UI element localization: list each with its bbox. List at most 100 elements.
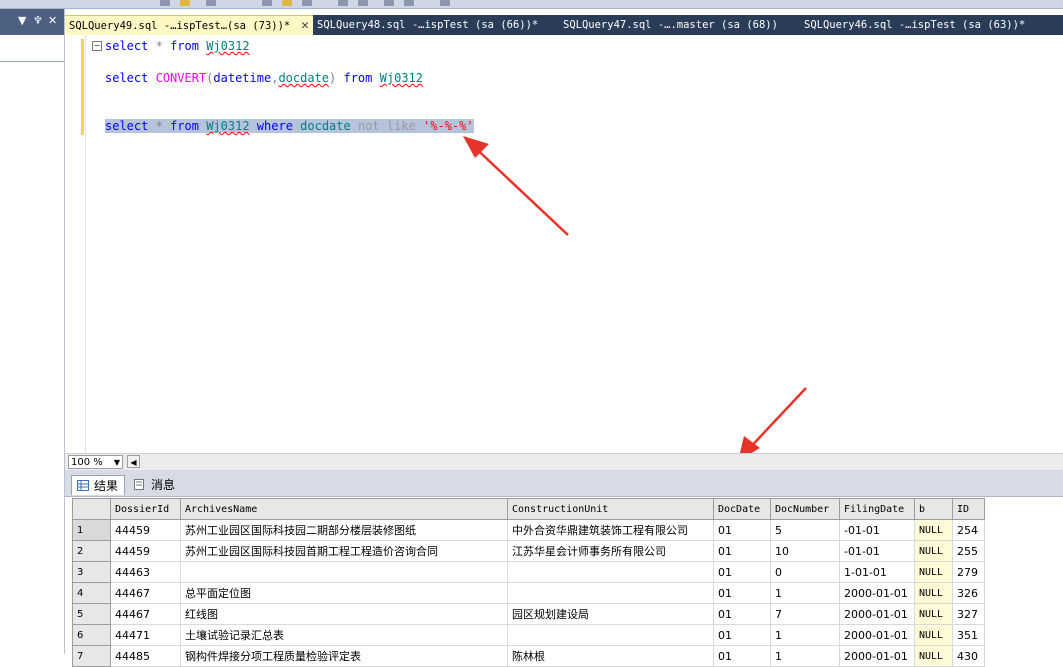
grid-cell[interactable]: 430 — [952, 645, 985, 667]
grid-cell[interactable]: 44467 — [110, 603, 181, 625]
grid-cell[interactable]: NULL — [914, 603, 953, 625]
tab-messages[interactable]: 消息 — [129, 475, 181, 495]
tab-sqlquery48[interactable]: SQLQuery48.sql -…ispTest (sa (66))* — [313, 15, 553, 35]
grid-cell[interactable]: 327 — [952, 603, 985, 625]
grid-cell[interactable]: NULL — [914, 582, 953, 604]
table-row[interactable]: 3 44463 01 0 1-01-01 NULL 279 — [72, 561, 985, 583]
tab-sqlquery46[interactable]: SQLQuery46.sql -…ispTest (sa (63))* — [800, 15, 1044, 35]
grid-cell[interactable]: 苏州工业园区国际科技园首期工程工程造价咨询合同 — [180, 540, 508, 562]
scroll-left-icon[interactable]: ◀ — [127, 455, 140, 468]
dropdown-arrow-icon[interactable]: ▼ — [18, 14, 26, 27]
row-number[interactable]: 2 — [72, 540, 111, 562]
grid-cell[interactable]: 中外合资华鼎建筑装饰工程有限公司 — [507, 519, 714, 541]
row-number[interactable]: 7 — [72, 645, 111, 667]
tab-results[interactable]: 结果 — [71, 475, 126, 495]
grid-cell[interactable]: 44471 — [110, 624, 181, 646]
grid-cell[interactable]: 44485 — [110, 645, 181, 667]
column-header[interactable]: b — [914, 498, 953, 520]
grid-cell[interactable]: 2000-01-01 — [839, 624, 915, 646]
column-header[interactable]: ID — [952, 498, 985, 520]
grid-cell[interactable]: 01 — [713, 624, 771, 646]
zoom-select[interactable]: 100 % ▼ — [68, 455, 123, 469]
grid-cell[interactable]: 陈林根 — [507, 645, 714, 667]
close-icon[interactable]: ✕ — [48, 14, 57, 27]
grid-cell[interactable] — [180, 561, 508, 583]
table-row[interactable]: 5 44467 红线图 园区规划建设局 01 7 2000-01-01 NULL 327 — [72, 603, 985, 625]
table-row[interactable]: 2 44459 苏州工业园区国际科技园首期工程工程造价咨询合同 江苏华星会计师事务所有… — [72, 540, 985, 562]
toolbar-button-icon[interactable] — [440, 0, 450, 6]
code-line-2[interactable]: select CONVERT(datetime,docdate) from Wj… — [105, 71, 423, 85]
toolbar-button-icon[interactable] — [262, 0, 272, 6]
grid-cell[interactable]: -01-01 — [839, 540, 915, 562]
toolbar-button-icon[interactable] — [338, 0, 348, 6]
row-number[interactable]: 1 — [72, 519, 111, 541]
grid-cell[interactable]: 279 — [952, 561, 985, 583]
close-icon[interactable]: ✕ — [301, 16, 309, 36]
column-header[interactable]: DossierId — [110, 498, 181, 520]
grid-cell[interactable]: 江苏华星会计师事务所有限公司 — [507, 540, 714, 562]
grid-cell[interactable]: 2000-01-01 — [839, 603, 915, 625]
tab-sqlquery47[interactable]: SQLQuery47.sql -….master (sa (68)) — [559, 15, 793, 35]
column-header[interactable]: DocDate — [713, 498, 771, 520]
grid-cell[interactable]: 01 — [713, 561, 771, 583]
row-number[interactable]: 3 — [72, 561, 111, 583]
grid-cell[interactable]: NULL — [914, 624, 953, 646]
row-number[interactable]: 4 — [72, 582, 111, 604]
grid-cell[interactable]: 2000-01-01 — [839, 645, 915, 667]
grid-cell[interactable]: 钢构件焊接分项工程质量检验评定表 — [180, 645, 508, 667]
grid-cell[interactable]: 44459 — [110, 540, 181, 562]
table-row[interactable]: 4 44467 总平面定位图 01 1 2000-01-01 NULL 326 — [72, 582, 985, 604]
toolbar-button-icon[interactable] — [404, 0, 414, 6]
grid-cell[interactable]: 01 — [713, 603, 771, 625]
toolbar-button-icon[interactable] — [180, 0, 190, 6]
tab-sqlquery49[interactable]: SQLQuery49.sql -…ispTest…(sa (73))* ✕ — [65, 15, 313, 36]
grid-cell[interactable]: 2000-01-01 — [839, 582, 915, 604]
grid-cell[interactable]: 10 — [770, 540, 840, 562]
grid-cell[interactable]: 326 — [952, 582, 985, 604]
toolbar-button-icon[interactable] — [206, 0, 216, 6]
code-line-1[interactable]: select * from Wj0312 — [105, 39, 250, 53]
grid-cell[interactable]: 红线图 — [180, 603, 508, 625]
grid-cell[interactable]: 01 — [713, 645, 771, 667]
grid-cell[interactable]: NULL — [914, 645, 953, 667]
grid-cell[interactable]: 1 — [770, 624, 840, 646]
grid-cell[interactable]: NULL — [914, 561, 953, 583]
table-row[interactable]: 6 44471 土壤试验记录汇总表 01 1 2000-01-01 NULL 351 — [72, 624, 985, 646]
grid-cell[interactable] — [507, 561, 714, 583]
grid-cell[interactable]: 1 — [770, 582, 840, 604]
toolbar-button-icon[interactable] — [282, 0, 292, 6]
collapse-icon[interactable]: − — [92, 41, 102, 51]
grid-cell[interactable]: 254 — [952, 519, 985, 541]
toolbar-button-icon[interactable] — [384, 0, 394, 6]
grid-cell[interactable]: -01-01 — [839, 519, 915, 541]
grid-cell[interactable]: 5 — [770, 519, 840, 541]
pin-icon[interactable]: ♆ — [33, 14, 43, 27]
grid-cell[interactable]: 7 — [770, 603, 840, 625]
grid-cell[interactable]: 01 — [713, 540, 771, 562]
code-line-3-selected[interactable]: select * from Wj0312 where docdate not l… — [105, 119, 474, 133]
grid-corner[interactable] — [72, 498, 111, 520]
grid-cell[interactable]: 苏州工业园区国际科技园二期部分楼层装修图纸 — [180, 519, 508, 541]
grid-cell[interactable]: NULL — [914, 540, 953, 562]
toolbar-button-icon[interactable] — [160, 0, 170, 6]
grid-cell[interactable]: 44459 — [110, 519, 181, 541]
grid-cell[interactable]: 01 — [713, 582, 771, 604]
dropdown-arrow-icon[interactable]: ▼ — [114, 456, 120, 470]
grid-cell[interactable]: 0 — [770, 561, 840, 583]
grid-cell[interactable]: 351 — [952, 624, 985, 646]
grid-cell[interactable] — [507, 582, 714, 604]
grid-cell[interactable] — [507, 624, 714, 646]
grid-cell[interactable]: 44467 — [110, 582, 181, 604]
table-row[interactable]: 7 44485 钢构件焊接分项工程质量检验评定表 陈林根 01 1 2000-01-01 NU… — [72, 645, 985, 667]
column-header[interactable]: ArchivesName — [180, 498, 508, 520]
table-row[interactable]: 1 44459 苏州工业园区国际科技园二期部分楼层装修图纸 中外合资华鼎建筑装饰工程有… — [72, 519, 985, 541]
grid-cell[interactable]: 44463 — [110, 561, 181, 583]
toolbar-button-icon[interactable] — [302, 0, 312, 6]
query-editor[interactable]: − select * from Wj0312 select CONVERT(da… — [65, 35, 1063, 453]
column-header[interactable]: ConstructionUnit — [507, 498, 714, 520]
grid-cell[interactable]: NULL — [914, 519, 953, 541]
grid-cell[interactable]: 总平面定位图 — [180, 582, 508, 604]
grid-cell[interactable]: 1 — [770, 645, 840, 667]
grid-cell[interactable]: 255 — [952, 540, 985, 562]
grid-cell[interactable]: 01 — [713, 519, 771, 541]
